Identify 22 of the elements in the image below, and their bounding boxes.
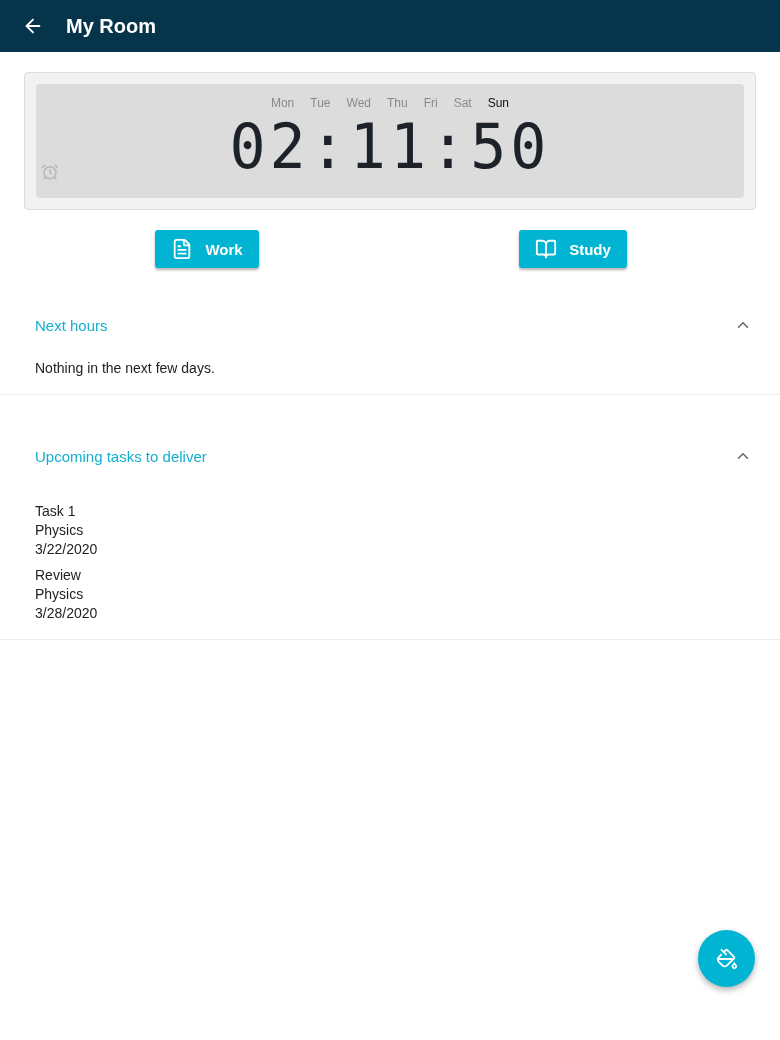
- weekday-label: Mon: [270, 96, 295, 110]
- clock-time: 02:11:50: [229, 108, 551, 184]
- weekday-label: Wed: [346, 96, 371, 110]
- work-button[interactable]: Work: [155, 230, 259, 268]
- weekday-label: Sat: [453, 96, 472, 110]
- paint-bucket-icon: [715, 947, 738, 970]
- section-title: Next hours: [35, 316, 108, 334]
- task-subject: Physics: [35, 586, 85, 602]
- weekday-label: Sun: [487, 96, 510, 110]
- task-date: 3/28/2020: [35, 605, 99, 621]
- task-name: Review: [35, 567, 82, 583]
- app-title: My Room: [66, 14, 156, 38]
- empty-message: Nothing in the next few days.: [35, 360, 216, 376]
- weekday-label: Thu: [387, 96, 408, 110]
- weekday-label: Tue: [310, 96, 331, 110]
- section-title: Upcoming tasks to deliver: [35, 447, 207, 465]
- book-icon: [535, 238, 558, 260]
- weekday-label: Fri: [423, 96, 438, 110]
- task-date: 3/22/2020: [35, 541, 99, 557]
- task-name: Task 1: [35, 503, 77, 519]
- task-subject: Physics: [35, 522, 85, 538]
- study-button[interactable]: Study: [519, 230, 627, 268]
